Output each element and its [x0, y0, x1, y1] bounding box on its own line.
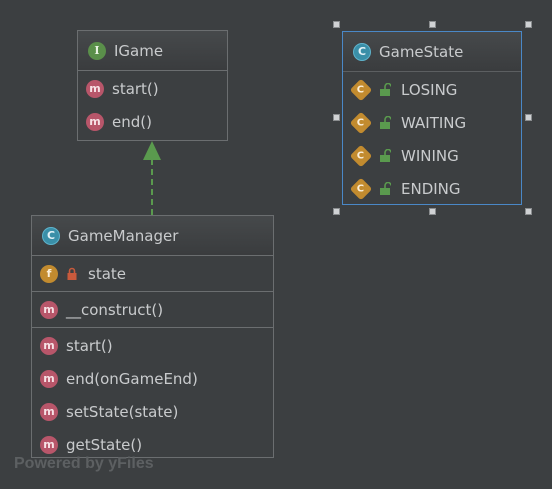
constant-wining[interactable]: C WINING: [343, 139, 521, 172]
gamemanager-title: GameManager: [68, 226, 179, 245]
method-icon: m: [40, 369, 58, 388]
constant-icon: C: [349, 111, 373, 134]
gamestate-title: GameState: [379, 42, 464, 61]
igame-title: IGame: [114, 41, 164, 60]
unlock-icon: [380, 181, 391, 195]
constant-label: ENDING: [401, 179, 461, 198]
gamemanager-methods: m start() m end(onGameEnd) m setState(st…: [32, 328, 273, 462]
resize-handle-w[interactable]: [333, 114, 340, 121]
gamestate-constants: C LOSING C WAITING C WINING C ENDING: [343, 72, 521, 206]
field-icon: f: [40, 264, 58, 283]
constant-ending[interactable]: C ENDING: [343, 172, 521, 205]
method-icon: m: [86, 112, 104, 131]
resize-handle-ne[interactable]: [525, 21, 532, 28]
method-start[interactable]: m start(): [32, 329, 273, 362]
constant-label: LOSING: [401, 80, 458, 99]
igame-methods: m start() m end(): [78, 71, 227, 139]
constant-label: WINING: [401, 146, 459, 165]
unlock-icon: [380, 82, 391, 96]
constant-waiting[interactable]: C WAITING: [343, 106, 521, 139]
method-label: end(onGameEnd): [66, 369, 198, 388]
igame-header: I IGame: [78, 31, 227, 71]
gamemanager-fields: f state: [32, 256, 273, 292]
gamemanager-constructors: m __construct(): [32, 292, 273, 328]
constant-losing[interactable]: C LOSING: [343, 73, 521, 106]
field-state[interactable]: f state: [32, 257, 273, 290]
method-end[interactable]: m end(onGameEnd): [32, 362, 273, 395]
unlock-icon: [380, 115, 391, 129]
method-label: start(): [112, 79, 159, 98]
unlock-icon: [380, 148, 391, 162]
gamestate-node[interactable]: C GameState C LOSING C WAITING C WINING …: [342, 31, 522, 205]
lock-icon: [67, 267, 77, 280]
field-label: state: [88, 264, 126, 283]
watermark: Powered by yFiles: [14, 455, 154, 472]
method-icon: m: [40, 402, 58, 421]
igame-method-end[interactable]: m end(): [78, 105, 227, 138]
implements-arrowhead: [143, 141, 161, 160]
constant-icon: C: [349, 144, 373, 167]
method-icon: m: [40, 336, 58, 355]
resize-handle-e[interactable]: [525, 114, 532, 121]
method-label: __construct(): [66, 300, 164, 319]
constant-icon: C: [349, 78, 373, 101]
constant-label: WAITING: [401, 113, 467, 132]
uml-diagram-canvas[interactable]: I IGame m start() m end() C GameState C: [0, 0, 552, 489]
gamemanager-node[interactable]: C GameManager f state m __construct() m …: [31, 215, 274, 458]
resize-handle-n[interactable]: [429, 21, 436, 28]
method-label: setState(state): [66, 402, 179, 421]
constructor-construct[interactable]: m __construct(): [32, 293, 273, 326]
method-setstate[interactable]: m setState(state): [32, 395, 273, 428]
method-label: getState(): [66, 435, 143, 454]
resize-handle-s[interactable]: [429, 208, 436, 215]
gamemanager-header: C GameManager: [32, 216, 273, 256]
gamestate-header: C GameState: [343, 32, 521, 72]
constant-icon: C: [349, 177, 373, 200]
method-label: start(): [66, 336, 113, 355]
method-icon: m: [86, 79, 104, 98]
class-icon: C: [42, 226, 60, 245]
method-icon: m: [40, 435, 58, 454]
resize-handle-sw[interactable]: [333, 208, 340, 215]
resize-handle-se[interactable]: [525, 208, 532, 215]
igame-method-start[interactable]: m start(): [78, 72, 227, 105]
interface-icon: I: [88, 41, 106, 60]
class-icon: C: [353, 42, 371, 61]
igame-node[interactable]: I IGame m start() m end(): [77, 30, 228, 141]
resize-handle-nw[interactable]: [333, 21, 340, 28]
method-label: end(): [112, 112, 152, 131]
method-icon: m: [40, 300, 58, 319]
